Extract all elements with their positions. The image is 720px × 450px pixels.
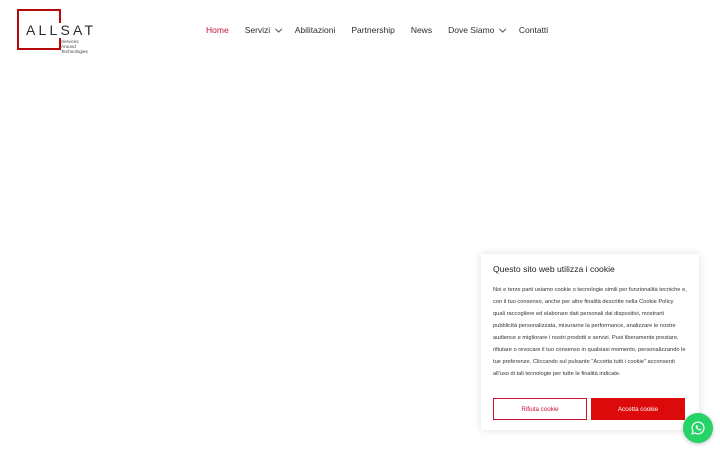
whatsapp-chat-button[interactable] <box>683 413 713 443</box>
cookie-banner-actions: Rifiuta cookie Accetta cookie <box>493 398 685 420</box>
logo-tagline: Services Around Technologies <box>61 39 88 54</box>
nav-item-label: Abilitazioni <box>294 25 336 35</box>
nav-item-label: Dove Siamo <box>448 25 495 35</box>
reject-cookies-button[interactable]: Rifiuta cookie <box>493 398 587 420</box>
chevron-down-icon <box>499 25 507 32</box>
nav-item-label: Home <box>206 25 229 35</box>
nav-item-contatti[interactable]: Contatti <box>519 25 548 35</box>
accept-cookies-button[interactable]: Accetta cookie <box>591 398 685 420</box>
nav-item-label: Servizi <box>244 25 271 35</box>
nav-item-partnership[interactable]: Partnership <box>351 25 394 35</box>
site-logo[interactable]: ALLSAT Services Around Technologies <box>17 9 99 55</box>
nav-item-label: Partnership <box>351 25 395 35</box>
nav-item-news[interactable]: News <box>411 25 432 35</box>
logo-wordmark: ALLSAT <box>24 22 99 38</box>
logo-tagline-line: Technologies <box>61 49 88 54</box>
cookie-banner-text: Noi e terze parti usiamo cookie o tecnol… <box>493 287 687 377</box>
nav-item-dove-siamo[interactable]: Dove Siamo <box>448 25 507 35</box>
chevron-down-icon <box>275 25 283 32</box>
nav-item-label: News <box>410 25 433 35</box>
main-nav: Home Servizi Abilitazioni Partnership Ne… <box>206 22 548 38</box>
cookie-banner-title: Questo sito web utilizza i cookie <box>493 264 615 274</box>
whatsapp-icon <box>691 421 705 435</box>
cookie-banner: Questo sito web utilizza i cookie Noi e … <box>481 254 699 430</box>
nav-item-home[interactable]: Home <box>206 25 229 35</box>
nav-item-label: Contatti <box>518 25 549 35</box>
nav-item-servizi[interactable]: Servizi <box>244 25 283 35</box>
nav-item-abilitazioni[interactable]: Abilitazioni <box>295 25 336 35</box>
